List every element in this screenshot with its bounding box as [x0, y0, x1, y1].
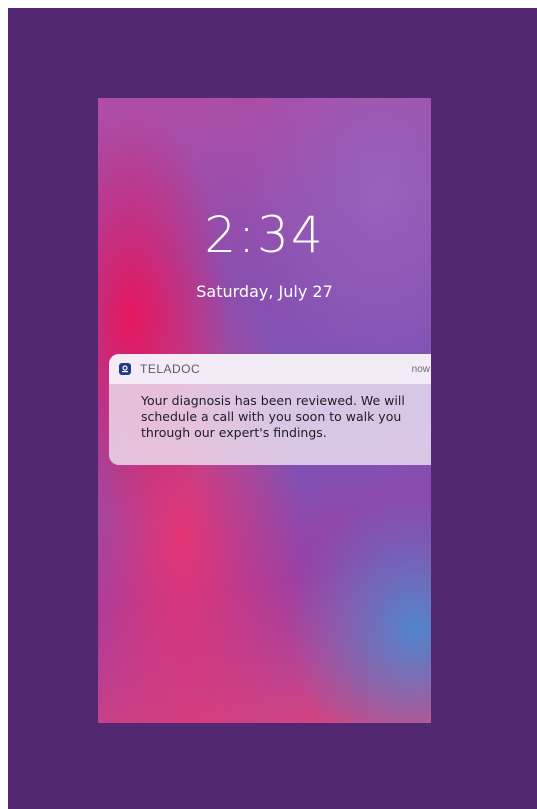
notification-card[interactable]: TELADOC now Your diagnosis has been revi… [109, 354, 431, 465]
lock-screen-date: Saturday, July 27 [196, 282, 333, 301]
lock-screen-time: 2:34 [204, 206, 325, 264]
teladoc-logo-icon [119, 363, 131, 375]
lock-screen: 2:34 Saturday, July 27 TELADOC now Your … [98, 98, 431, 723]
notification-timestamp: now [411, 363, 430, 375]
notification-header: TELADOC now [109, 354, 431, 384]
notification-message: Your diagnosis has been reviewed. We wil… [141, 393, 405, 440]
notification-app-name: TELADOC [140, 362, 201, 376]
page-frame: 2:34 Saturday, July 27 TELADOC now Your … [8, 8, 537, 809]
